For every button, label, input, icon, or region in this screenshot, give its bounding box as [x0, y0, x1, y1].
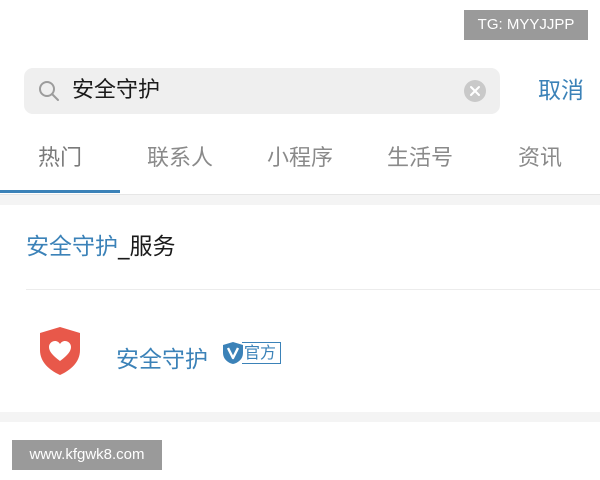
search-icon — [39, 81, 59, 101]
suggestion-rest: _服务 — [118, 234, 176, 260]
tab-label: 资讯 — [517, 146, 562, 171]
tab-contacts[interactable]: 联系人 — [120, 130, 240, 192]
section-gap — [0, 412, 600, 422]
search-suggestion[interactable]: 安全守护_服务 — [26, 227, 176, 261]
watermark-top: TG: MYYJJPP — [464, 10, 588, 40]
tab-mini-programs[interactable]: 小程序 — [240, 130, 360, 192]
tab-news[interactable]: 资讯 — [480, 130, 600, 192]
tab-label: 联系人 — [146, 146, 213, 171]
suggestion-highlight: 安全守护 — [26, 234, 118, 260]
official-badge: 官方 — [222, 340, 282, 366]
tab-label: 小程序 — [266, 146, 333, 171]
section-gap — [0, 195, 600, 205]
search-tabs: 热门 联系人 小程序 生活号 资讯 — [0, 130, 600, 195]
shield-heart-icon — [40, 327, 80, 375]
watermark-bottom: www.kfgwk8.com — [12, 440, 162, 470]
clear-icon[interactable] — [464, 80, 486, 102]
search-box[interactable] — [24, 68, 500, 114]
tab-life-accounts[interactable]: 生活号 — [360, 130, 480, 192]
mini-program-result[interactable]: 安全守护 官方 — [0, 290, 600, 412]
tab-active-indicator — [0, 190, 120, 193]
tab-label: 生活号 — [386, 146, 453, 171]
search-results: 安全守护_服务 安全守护 官方 — [0, 205, 600, 412]
tab-hot[interactable]: 热门 — [0, 130, 120, 193]
official-badge-label: 官方 — [242, 342, 282, 364]
verified-v-icon — [223, 342, 243, 364]
tab-label: 热门 — [37, 146, 82, 171]
mini-program-name: 安全守护 — [116, 347, 208, 373]
search-input[interactable] — [72, 68, 452, 114]
cancel-button[interactable]: 取消 — [538, 68, 584, 114]
search-bar: 取消 — [24, 68, 584, 114]
